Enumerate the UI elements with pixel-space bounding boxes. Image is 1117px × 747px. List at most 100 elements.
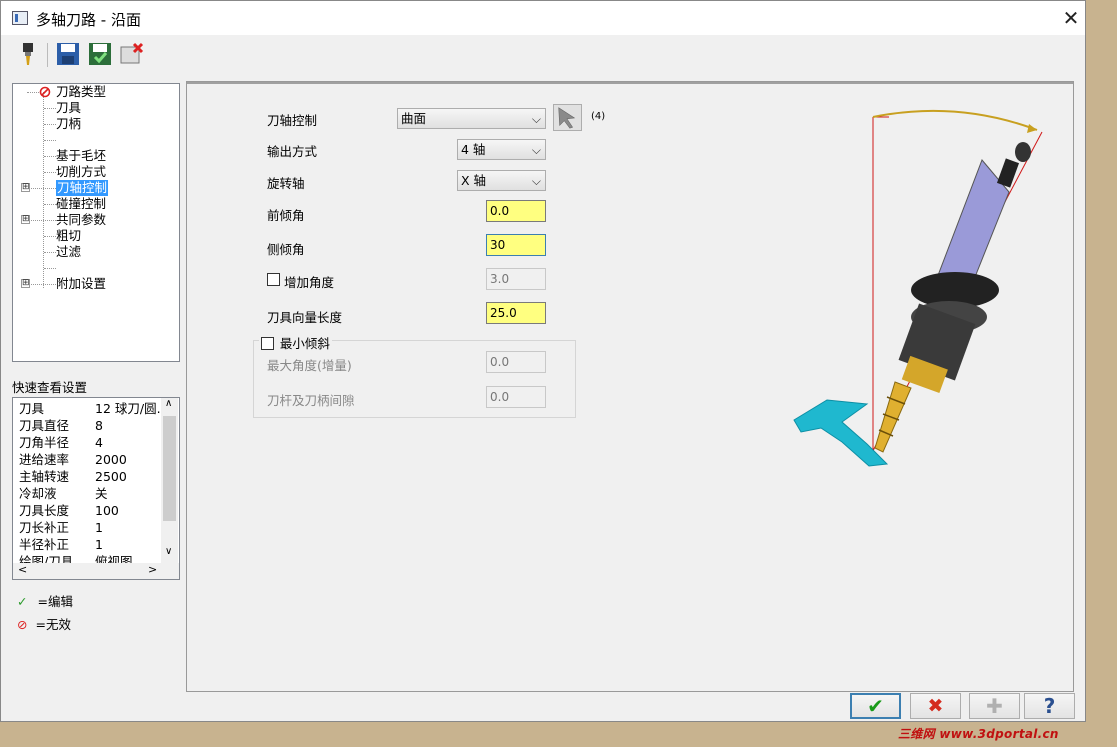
quick-view-value: 1 <box>95 537 103 552</box>
toolbar-separator <box>47 43 48 67</box>
quick-view-list: 刀具 12 球刀/圆... 刀具直径 8 刀角半径 4 进给速率 2000 主轴转速 25… <box>12 397 180 580</box>
tree-item-toolpath-type[interactable]: 刀路类型 <box>56 84 106 100</box>
list-item: 主轴转速 2500 <box>19 468 169 485</box>
quick-view-key: 进给速率 <box>19 452 70 467</box>
tool-icon[interactable] <box>15 41 41 67</box>
legend-edited-text: =编辑 <box>37 594 73 609</box>
scroll-thumb[interactable] <box>163 416 176 521</box>
cancel-button[interactable]: ✖ <box>910 693 961 719</box>
quick-view-key: 刀长补正 <box>19 520 70 535</box>
tree-branch <box>44 124 56 125</box>
output-format-label: 输出方式 <box>267 144 318 159</box>
save-icon[interactable] <box>55 41 81 67</box>
select-surface-arrow-icon[interactable] <box>553 104 582 131</box>
shank-clearance-input[interactable]: 0.0 <box>486 386 546 408</box>
save-as-icon[interactable] <box>87 41 113 67</box>
check-icon: ✔ <box>867 694 884 718</box>
quick-view-value: 100 <box>95 503 119 518</box>
ok-button[interactable]: ✔ <box>850 693 901 719</box>
tree-branch <box>44 108 56 109</box>
selection-count: (4) <box>591 111 606 122</box>
check-icon: ✓ <box>17 594 28 609</box>
lead-angle-label: 前倾角 <box>267 208 305 223</box>
expand-toggle-misc[interactable]: ⊞ <box>21 279 30 288</box>
help-button[interactable]: ? <box>1024 693 1075 719</box>
expand-toggle-axis-control[interactable]: ⊞ <box>21 183 30 192</box>
tilt-angle-label: 侧倾角 <box>267 242 305 257</box>
axis-control-select[interactable]: 曲面 ⌵ <box>397 108 546 129</box>
list-item: 刀角半径 4 <box>19 434 169 451</box>
min-tilt-label: 最小倾斜 <box>279 336 330 351</box>
parameter-tree: 刀路类型 刀具 刀柄 基于毛坯 切削方式 ⊞ 刀轴控制 碰撞控制 ⊞ 共同参数 … <box>12 83 180 362</box>
scroll-down-icon[interactable]: ∨ <box>165 546 172 557</box>
tree-item-stock-based[interactable]: 基于毛坯 <box>56 148 106 164</box>
tree-item-tool[interactable]: 刀具 <box>56 100 81 116</box>
max-angle-label: 最大角度(增量) <box>267 358 352 373</box>
tool-vector-length-input[interactable]: 25.0 <box>486 302 546 324</box>
tree-item-axis-control[interactable]: 刀轴控制 <box>56 180 109 196</box>
invalid-icon: ⊘ <box>17 617 28 632</box>
plus-icon: ✚ <box>986 694 1003 718</box>
axis-control-label: 刀轴控制 <box>267 113 318 128</box>
min-tilt-checkbox[interactable] <box>261 337 274 350</box>
tilt-angle-input[interactable]: 30 <box>486 234 546 256</box>
tree-item-cut-pattern[interactable]: 切削方式 <box>56 164 106 180</box>
tree-item-filter[interactable]: 过滤 <box>56 244 81 260</box>
list-item: 刀具长度 100 <box>19 502 169 519</box>
quick-view-key: 刀具 <box>19 401 45 416</box>
expand-toggle-linking[interactable]: ⊞ <box>21 215 30 224</box>
vertical-scrollbar[interactable]: ∧ ∨ <box>161 398 178 563</box>
list-item: 半径补正 1 <box>19 536 169 553</box>
tree-branch <box>31 284 56 285</box>
add-angle-checkbox[interactable] <box>267 273 280 286</box>
list-item: 冷却液 关 <box>19 485 169 502</box>
output-format-select[interactable]: 4 轴 ⌵ <box>457 139 546 160</box>
rotation-axis-select[interactable]: X 轴 ⌵ <box>457 170 546 191</box>
output-format-value: 4 轴 <box>461 142 486 157</box>
quick-view-value: 1 <box>95 520 103 535</box>
window-title: 多轴刀路 - 沿面 <box>36 11 141 29</box>
quick-view-key: 刀角半径 <box>19 435 70 450</box>
list-item: 刀长补正 1 <box>19 519 169 536</box>
tree-item-linking-params[interactable]: 共同参数 <box>56 212 106 228</box>
quick-view-key: 冷却液 <box>19 486 57 501</box>
dialog-window: 多轴刀路 - 沿面 ✕ 刀路类型 刀具 刀柄 基于毛坯 切削方式 ⊞ 刀轴控制 … <box>0 0 1086 722</box>
list-item: 刀具直径 8 <box>19 417 169 434</box>
add-button[interactable]: ✚ <box>969 693 1020 719</box>
toolbar <box>1 35 1085 75</box>
legend-invalid: ⊘ =无效 <box>17 614 71 633</box>
close-file-icon[interactable] <box>119 41 145 67</box>
quick-view-value: 4 <box>95 435 103 450</box>
tree-item-collision-control[interactable]: 碰撞控制 <box>56 196 106 212</box>
close-button[interactable]: ✕ <box>1059 6 1083 30</box>
tool-vector-length-label: 刀具向量长度 <box>267 310 343 325</box>
tree-branch <box>44 156 56 157</box>
max-angle-input[interactable]: 0.0 <box>486 351 546 373</box>
watermark: 三维网 www.3dportal.cn <box>898 727 1059 741</box>
list-item: 刀具 12 球刀/圆... <box>19 400 169 417</box>
tree-item-roughing[interactable]: 粗切 <box>56 228 81 244</box>
horizontal-scrollbar[interactable]: < > <box>13 563 179 579</box>
scroll-right-icon[interactable]: > <box>148 563 157 576</box>
rotation-axis-value: X 轴 <box>461 173 487 188</box>
scroll-left-icon[interactable]: < <box>18 563 27 576</box>
add-angle-input[interactable]: 3.0 <box>486 268 546 290</box>
axis-control-value: 曲面 <box>401 111 427 126</box>
lead-angle-input[interactable]: 0.0 <box>486 200 546 222</box>
tree-branch <box>44 204 56 205</box>
app-icon <box>12 11 28 25</box>
min-tilt-legend: 最小倾斜 <box>259 333 332 351</box>
quick-view-value: 关 <box>95 486 108 501</box>
scroll-up-icon[interactable]: ∧ <box>165 398 172 409</box>
help-icon: ? <box>1043 694 1056 718</box>
tree-branch <box>44 268 56 269</box>
tree-branch <box>44 140 56 141</box>
tree-line <box>43 92 44 288</box>
chevron-down-icon: ⌵ <box>531 143 541 157</box>
chevron-down-icon: ⌵ <box>531 174 541 188</box>
tree-branch <box>44 236 56 237</box>
quick-view-value: 12 球刀/圆... <box>95 401 169 416</box>
tree-item-misc-settings[interactable]: 附加设置 <box>56 276 106 292</box>
list-item: 进给速率 2000 <box>19 451 169 468</box>
tree-item-holder[interactable]: 刀柄 <box>56 116 81 132</box>
